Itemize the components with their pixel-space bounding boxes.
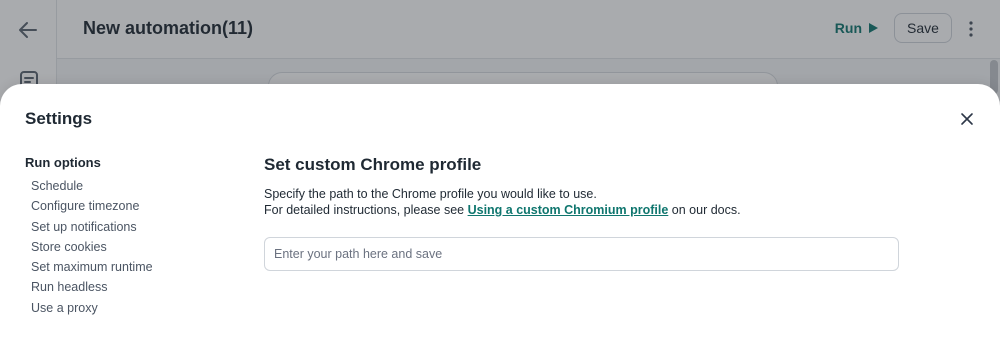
nav-item-max-runtime[interactable]: Set maximum runtime [31,260,153,280]
nav-item-store-cookies[interactable]: Store cookies [31,240,153,260]
close-icon[interactable] [960,112,974,126]
section-title: Set custom Chrome profile [264,155,482,174]
description-line-1: Specify the path to the Chrome profile y… [264,187,597,201]
nav-heading-run-options: Run options [25,155,101,170]
settings-dialog: Settings Run options Schedule Configure … [0,84,1000,344]
nav-item-run-headless[interactable]: Run headless [31,280,153,300]
settings-nav: Schedule Configure timezone Set up notif… [31,179,153,321]
profile-path-input[interactable] [264,237,899,271]
section-description: Specify the path to the Chrome profile y… [264,186,741,218]
nav-item-configure-timezone[interactable]: Configure timezone [31,199,153,219]
nav-item-schedule[interactable]: Schedule [31,179,153,199]
settings-title: Settings [25,109,93,128]
nav-item-proxy[interactable]: Use a proxy [31,301,153,321]
description-suffix: on our docs. [668,203,741,217]
docs-link[interactable]: Using a custom Chromium profile [468,203,669,217]
description-prefix: For detailed instructions, please see [264,203,468,217]
nav-item-notifications[interactable]: Set up notifications [31,220,153,240]
description-line-2: For detailed instructions, please see Us… [264,202,741,218]
